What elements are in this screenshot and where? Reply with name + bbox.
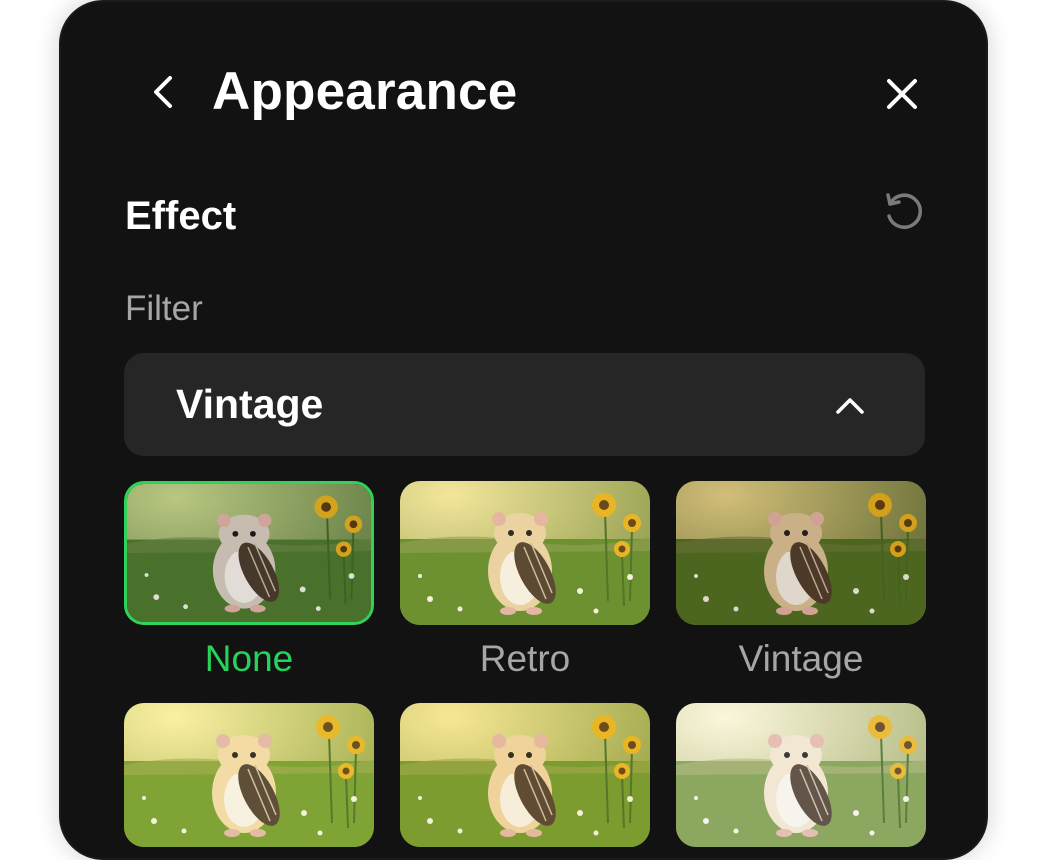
close-button[interactable] <box>876 68 928 120</box>
filter-option-item-6[interactable] <box>676 703 926 847</box>
hamster-sunflower-image <box>676 703 926 847</box>
hamster-sunflower-image <box>127 484 371 622</box>
filter-thumbnail <box>124 481 374 625</box>
filter-option-vintage[interactable]: Vintage <box>676 481 926 681</box>
filter-thumbnail <box>400 481 650 625</box>
section-title-effect: Effect <box>125 194 237 238</box>
reset-icon <box>886 193 923 229</box>
filter-option-label: None <box>204 638 294 679</box>
filter-option-retro[interactable]: Retro <box>400 481 650 681</box>
filter-thumbnail <box>676 481 926 625</box>
filter-option-label: Retro <box>479 638 571 679</box>
close-icon <box>887 79 917 109</box>
filter-thumbnail <box>676 703 926 847</box>
filter-thumbnail <box>124 703 374 847</box>
page-title: Appearance <box>212 62 518 121</box>
hamster-sunflower-image <box>400 703 650 847</box>
appearance-panel: Appearance Effect Filter Vintage None Ret… <box>59 0 988 860</box>
filter-option-item-5[interactable] <box>400 703 650 847</box>
filter-option-item-4[interactable] <box>124 703 374 847</box>
back-button[interactable] <box>139 66 191 118</box>
reset-button[interactable] <box>881 189 927 235</box>
filter-option-none[interactable]: None <box>124 481 374 681</box>
chevron-left-icon <box>154 76 172 108</box>
chevron-up-icon <box>836 398 864 414</box>
hamster-sunflower-image <box>400 481 650 625</box>
hamster-sunflower-image <box>676 481 926 625</box>
filter-label: Filter <box>125 289 203 328</box>
filter-option-label: Vintage <box>738 638 864 679</box>
filter-thumbnail <box>400 703 650 847</box>
filter-dropdown[interactable]: Vintage <box>124 353 925 456</box>
hamster-sunflower-image <box>124 703 374 847</box>
filter-dropdown-value: Vintage <box>176 381 324 427</box>
